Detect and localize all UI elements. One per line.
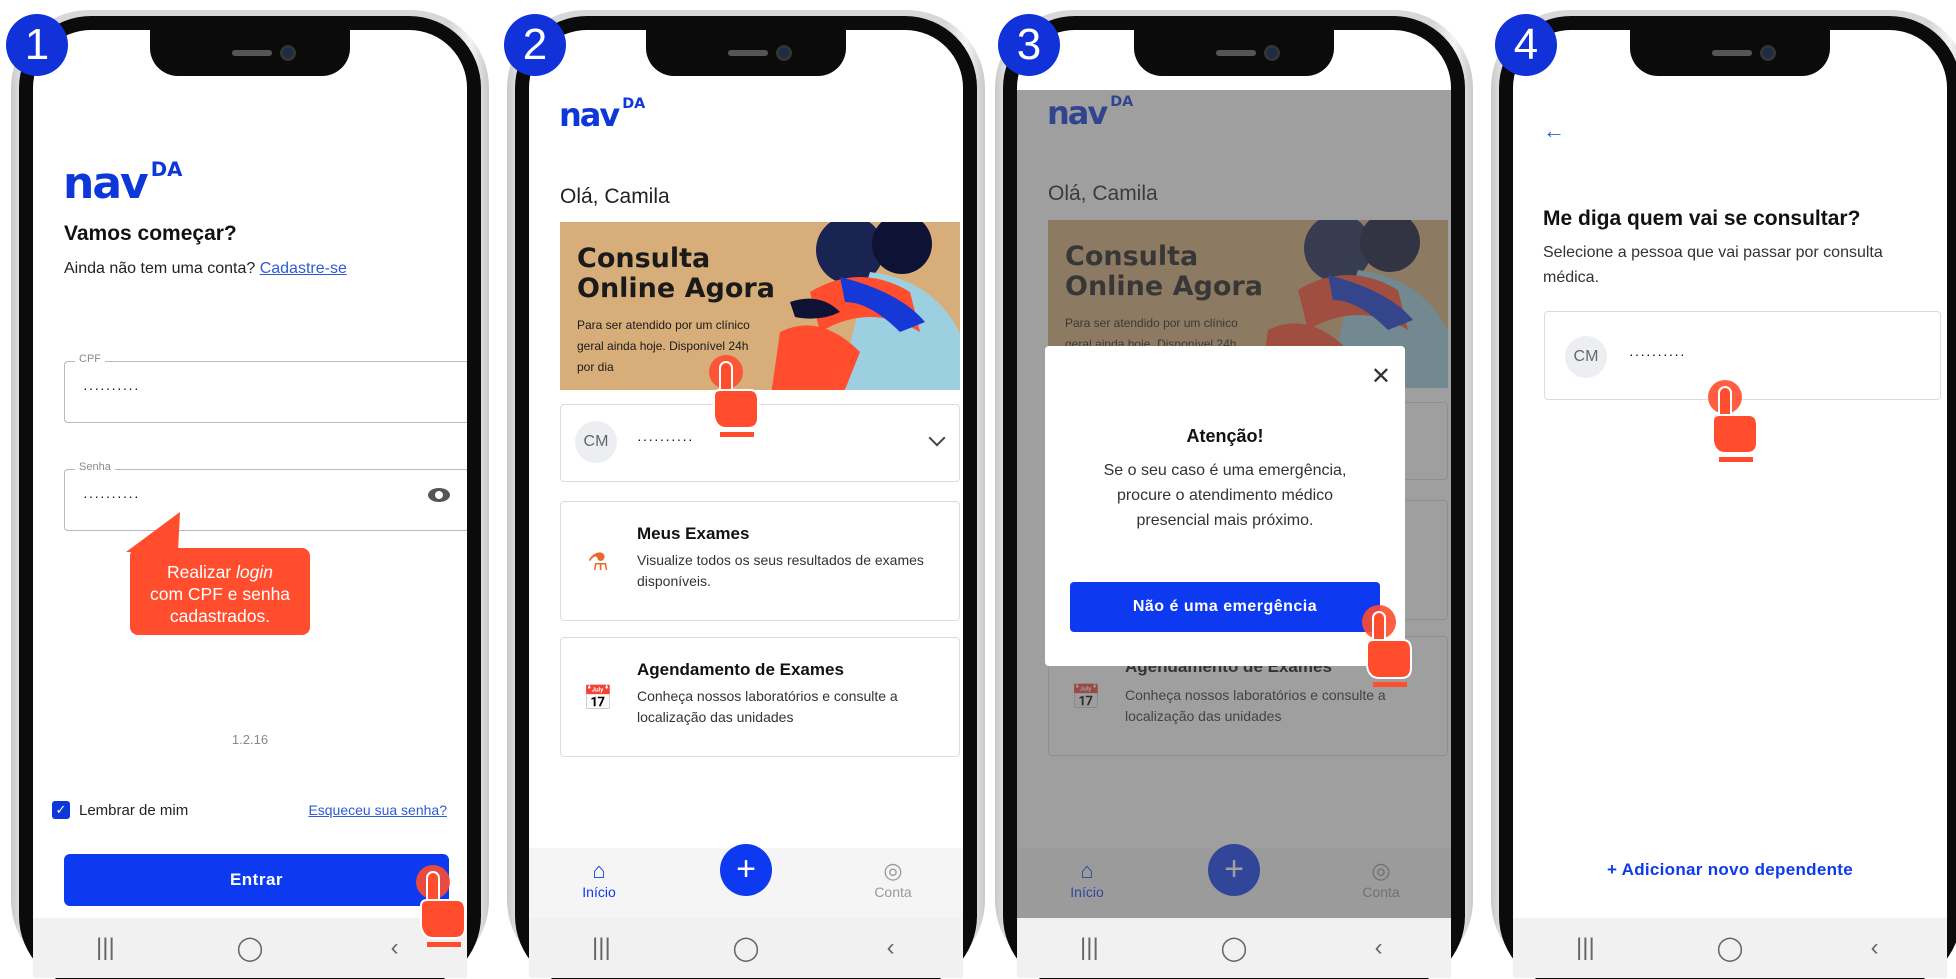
android-nav-bar: ||| ◯ ‹	[1513, 918, 1947, 978]
back-arrow-icon[interactable]: ←	[1543, 118, 1565, 144]
tab-home[interactable]: ⌂ Início	[559, 858, 639, 900]
password-field[interactable]: Senha ··········	[64, 461, 467, 531]
page-title: Vamos começar?	[64, 222, 237, 245]
tab-account[interactable]: ◎ Conta	[853, 858, 933, 900]
hug-illustration	[771, 222, 960, 390]
card-exam-scheduling[interactable]: 📅 Agendamento de Exames Conheça nossos l…	[560, 637, 960, 757]
phone-notch	[1134, 30, 1334, 76]
recents-icon[interactable]: |||	[581, 934, 621, 962]
phone-4: ← Me diga quem vai se consultar? Selecio…	[1491, 10, 1956, 979]
login-callout: Realizar login com CPF e senha cadastrad…	[130, 548, 310, 635]
add-dependent-button[interactable]: + Adicionar novo dependente	[1513, 860, 1947, 880]
password-value: ··········	[83, 488, 140, 504]
not-emergency-button[interactable]: Não é uma emergência	[1070, 582, 1380, 632]
card-desc: Visualize todos os seus resultados de ex…	[637, 552, 924, 589]
step-badge-4: 4	[1495, 14, 1557, 76]
tap-hand-icon	[416, 865, 466, 947]
emergency-alert-dialog: ✕ Atenção! Se o seu caso é uma emergênci…	[1045, 346, 1405, 666]
forgot-password-link[interactable]: Esqueceu sua senha?	[308, 802, 447, 818]
card-title: Meus Exames	[637, 524, 750, 543]
signup-prompt: Ainda não tem uma conta? Cadastre-se	[64, 260, 347, 277]
back-chevron-icon[interactable]: ‹	[1359, 934, 1399, 962]
bottom-tab-bar: ⌂ Início + ◎ Conta	[529, 844, 963, 918]
add-button[interactable]: +	[720, 844, 772, 896]
tap-hand-icon	[1362, 605, 1412, 687]
nav-logo: navDA	[63, 158, 183, 209]
camera-icon	[776, 45, 792, 61]
avatar: CM	[575, 421, 617, 463]
patient-name: ··········	[1629, 346, 1686, 362]
checkbox-checked-icon[interactable]: ✓	[52, 801, 70, 819]
dialog-message: Se o seu caso é uma emergência, procure …	[1103, 462, 1347, 529]
calendar-icon: 📅	[583, 685, 613, 712]
select-patient-screen: ← Me diga quem vai se consultar? Selecio…	[1513, 30, 1947, 978]
password-label: Senha	[75, 461, 115, 473]
login-button[interactable]: Entrar	[64, 854, 449, 906]
tap-hand-icon	[1708, 380, 1758, 462]
page-subtitle: Selecione a pessoa que vai passar por co…	[1543, 244, 1883, 286]
avatar: CM	[1565, 336, 1607, 378]
home-icon: ⌂	[592, 858, 606, 883]
phone-2: nav DA Olá, Camila Consulta Online Agora …	[507, 10, 985, 979]
tutorial-stage: 1 nav DA Vamos começar? Ainda não tem uma…	[0, 0, 1956, 979]
step-badge-3: 3	[998, 14, 1060, 76]
phone-notch	[646, 30, 846, 76]
camera-icon	[1264, 45, 1280, 61]
recents-icon[interactable]: |||	[1565, 934, 1605, 962]
greeting: Olá, Camila	[560, 185, 670, 208]
eye-icon[interactable]	[428, 488, 450, 502]
step-badge-2: 2	[504, 14, 566, 76]
android-nav-bar: ||| ◯ ‹	[1017, 918, 1451, 978]
recents-icon[interactable]: |||	[85, 934, 125, 962]
tap-hand-icon	[709, 355, 759, 437]
remember-me-label: Lembrar de mim	[79, 801, 189, 819]
android-nav-bar: ||| ◯ ‹	[33, 918, 467, 978]
phone-notch	[1630, 30, 1830, 76]
cpf-value: ··········	[83, 380, 140, 396]
patient-name: ··········	[637, 431, 694, 447]
nav-logo: navDA	[559, 96, 646, 134]
cpf-label: CPF	[75, 353, 105, 365]
user-circle-icon: ◎	[883, 858, 903, 883]
phone-3: navDA Olá, Camila Consulta Online Agora …	[995, 10, 1473, 979]
cpf-field[interactable]: CPF ··········	[64, 353, 467, 423]
home-screen-with-alert: navDA Olá, Camila Consulta Online Agora …	[1017, 30, 1451, 978]
card-my-exams[interactable]: ⚗ Meus Exames Visualize todos os seus re…	[560, 501, 960, 621]
card-title: Agendamento de Exames	[637, 660, 844, 679]
app-version: 1.2.16	[231, 732, 269, 747]
remember-me[interactable]: ✓ Lembrar de mim	[52, 801, 188, 819]
camera-icon	[1760, 45, 1776, 61]
flask-icon: ⚗	[587, 549, 609, 576]
banner-title: Consulta Online Agora	[577, 243, 775, 304]
signup-link[interactable]: Cadastre-se	[260, 260, 347, 277]
home-screen: nav DA Olá, Camila Consulta Online Agora …	[529, 30, 963, 978]
phone-1: nav DA Vamos começar? Ainda não tem uma c…	[11, 10, 489, 979]
recents-icon[interactable]: |||	[1069, 934, 1109, 962]
chevron-down-icon[interactable]	[928, 429, 946, 447]
step-badge-1: 1	[6, 14, 68, 76]
camera-icon	[280, 45, 296, 61]
login-screen: nav DA Vamos começar? Ainda não tem uma c…	[33, 30, 467, 978]
back-chevron-icon[interactable]: ‹	[1855, 934, 1895, 962]
card-desc: Conheça nossos laboratórios e consulte a…	[637, 688, 898, 725]
home-circle-icon[interactable]: ◯	[726, 934, 766, 963]
home-circle-icon[interactable]: ◯	[1214, 934, 1254, 963]
close-icon[interactable]: ✕	[1371, 362, 1391, 391]
home-circle-icon[interactable]: ◯	[1710, 934, 1750, 963]
dialog-title: Atenção!	[1186, 426, 1264, 446]
page-title: Me diga quem vai se consultar?	[1543, 207, 1861, 230]
back-chevron-icon[interactable]: ‹	[375, 934, 415, 962]
back-chevron-icon[interactable]: ‹	[871, 934, 911, 962]
android-nav-bar: ||| ◯ ‹	[529, 918, 963, 978]
phone-notch	[150, 30, 350, 76]
home-circle-icon[interactable]: ◯	[230, 934, 270, 963]
